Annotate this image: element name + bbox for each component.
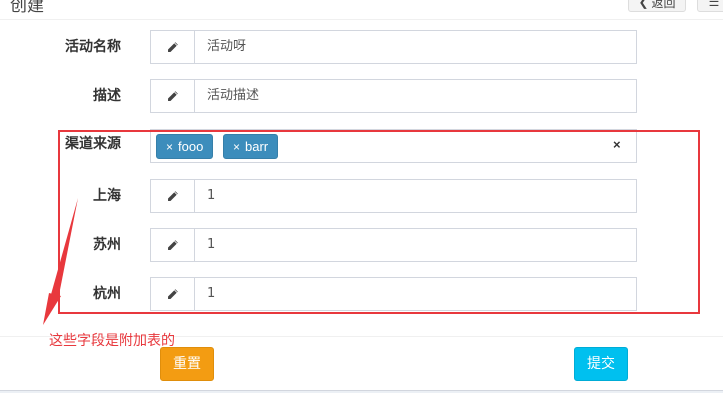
description-input-group[interactable]: 活动描述: [150, 79, 637, 113]
pencil-icon: [151, 31, 195, 63]
name-input-group[interactable]: 活动呀: [150, 30, 637, 64]
annotation-text: 这些字段是附加表的: [49, 333, 175, 349]
reset-button[interactable]: 重置: [160, 347, 214, 381]
form-panel: 创建 ❮ 返回 ☰ 活动名称 活动呀 描述 活动描述 渠道来源 × fooo ×…: [0, 0, 723, 391]
back-button[interactable]: ❮ 返回: [628, 0, 686, 12]
form-row-description: 描述 活动描述: [0, 79, 723, 113]
list-icon: ☰: [708, 0, 720, 9]
list-button[interactable]: ☰: [697, 0, 723, 12]
page-title: 创建: [10, 0, 44, 16]
pencil-icon: [151, 80, 195, 112]
submit-button[interactable]: 提交: [574, 347, 628, 381]
panel-header: 创建 ❮ 返回 ☰: [0, 0, 723, 20]
annotation-highlight-box: [58, 130, 700, 314]
chevron-left-icon: ❮: [638, 0, 649, 9]
form-row-name: 活动名称 活动呀: [0, 30, 723, 64]
back-button-label: 返回: [651, 0, 676, 10]
description-label: 描述: [93, 88, 121, 104]
description-input[interactable]: 活动描述: [195, 80, 636, 112]
name-label: 活动名称: [65, 39, 121, 55]
name-input[interactable]: 活动呀: [195, 31, 636, 63]
